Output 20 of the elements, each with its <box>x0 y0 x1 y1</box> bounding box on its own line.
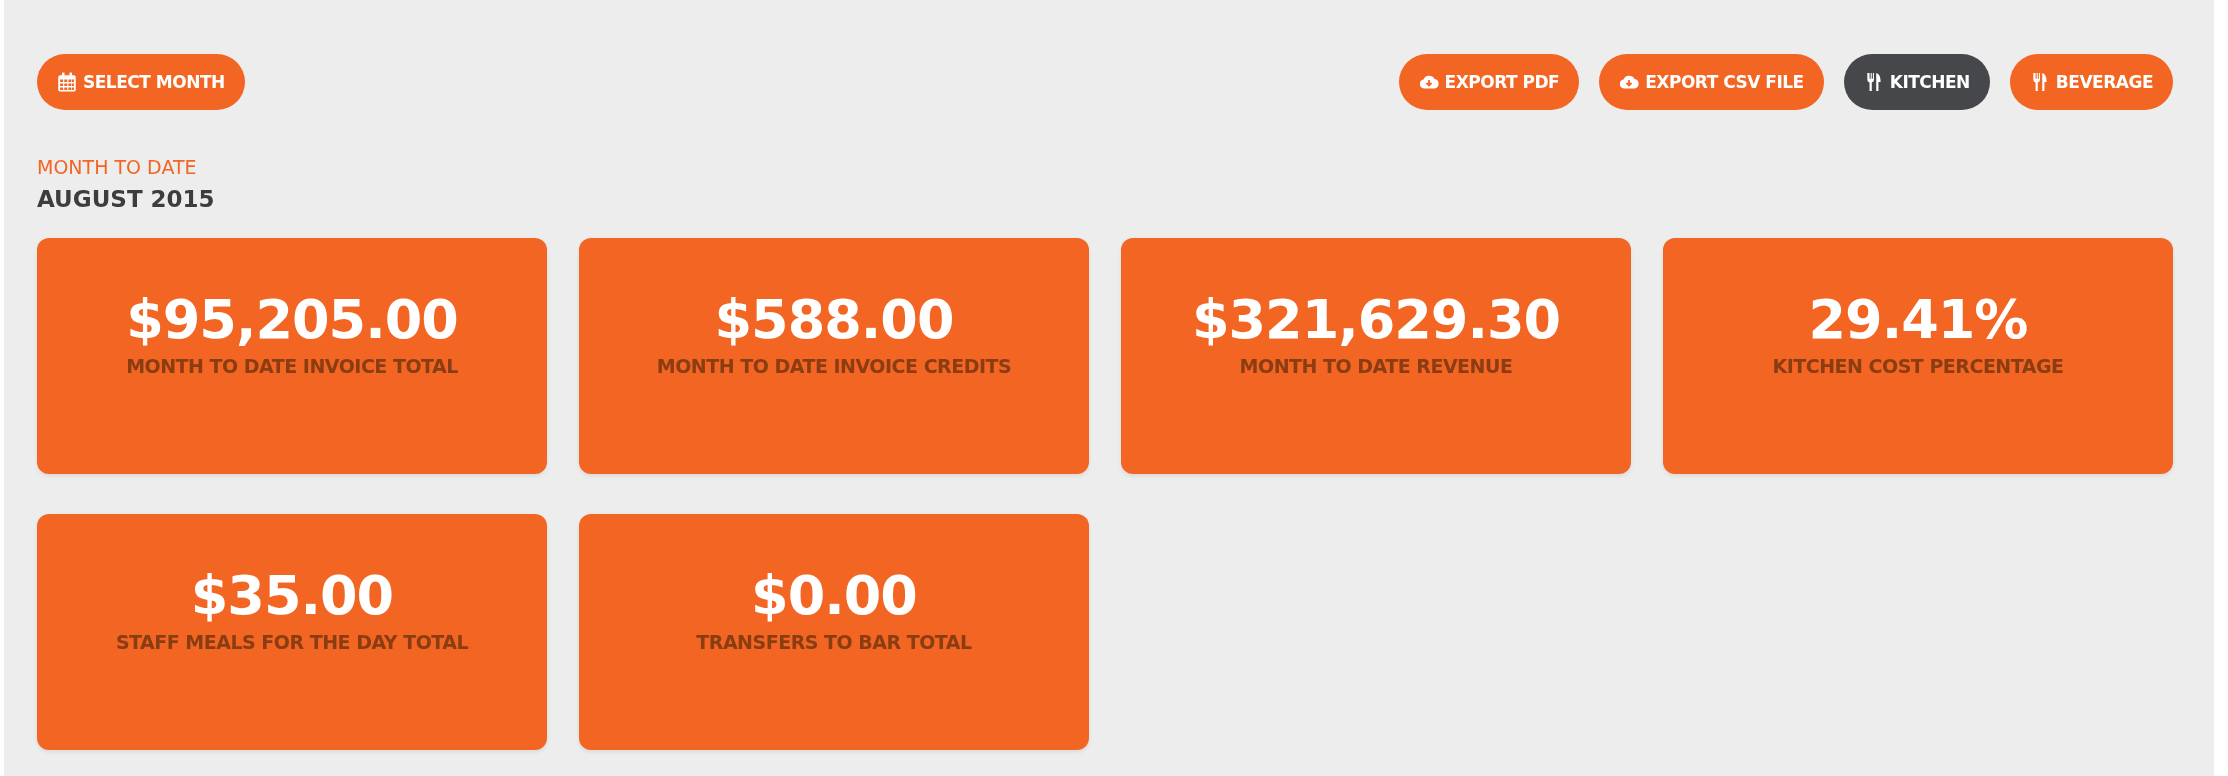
stat-label: MONTH TO DATE INVOICE CREDITS <box>656 355 1012 378</box>
stat-label: STAFF MEALS FOR THE DAY TOTAL <box>115 631 469 654</box>
stat-label: MONTH TO DATE INVOICE TOTAL <box>126 355 458 378</box>
stat-label: TRANSFERS TO BAR TOTAL <box>696 631 972 654</box>
stat-value: $0.00 <box>751 566 917 626</box>
period-caption: MONTH TO DATE <box>37 156 198 178</box>
stat-label: MONTH TO DATE REVENUE <box>1239 355 1513 378</box>
export-button[interactable]: EXPORT PDF <box>1398 54 1580 110</box>
stat-value: 29.41% <box>1808 290 2028 350</box>
export-button[interactable]: EXPORT CSV FILE <box>1599 54 1824 110</box>
filter-toggle[interactable]: BEVERAGE <box>2009 54 2173 110</box>
stat-value: $588.00 <box>714 290 954 350</box>
stat-value: $321,629.30 <box>1191 290 1561 350</box>
filter-toggle[interactable]: KITCHEN <box>1843 54 1990 110</box>
period-title: AUGUST 2015 <box>37 186 216 212</box>
select-month-button[interactable]: SELECT MONTH <box>37 54 245 110</box>
stat-label: KITCHEN COST PERCENTAGE <box>1772 355 2064 378</box>
stat-value: $95,205.00 <box>126 290 458 350</box>
stat-value: $35.00 <box>190 566 394 626</box>
calendar-icon <box>57 72 77 92</box>
